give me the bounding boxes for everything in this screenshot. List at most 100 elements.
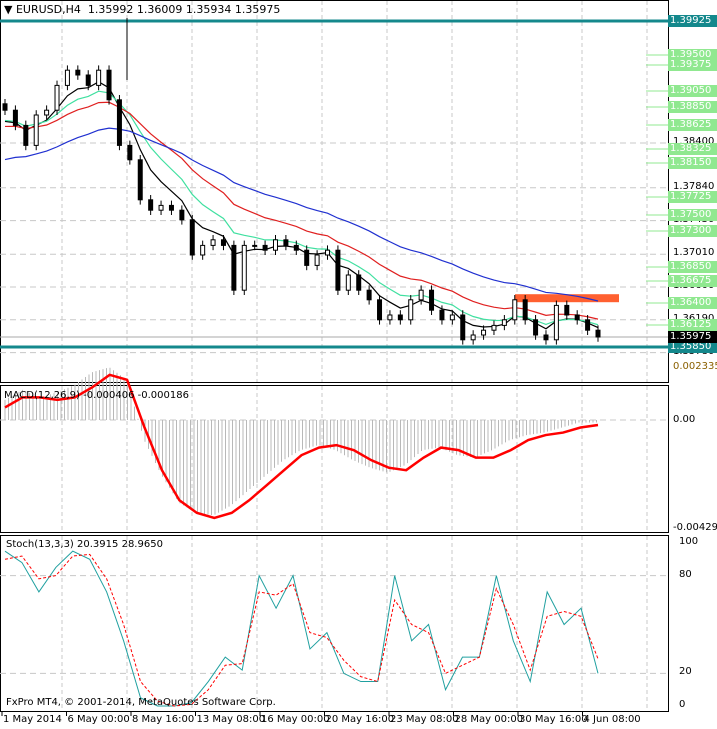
candle-body xyxy=(220,239,226,246)
macd-signal-value: -0.000186 xyxy=(137,390,189,401)
x-tick-label: 28 May 00:00 xyxy=(454,714,524,725)
candle-body xyxy=(366,289,372,301)
candle-body xyxy=(408,299,414,321)
candle-body xyxy=(325,249,331,256)
candle-body xyxy=(262,244,268,251)
level-price-label: 1.36850 xyxy=(668,261,717,273)
chart-header: ▼ EURUSD,H4 1.35992 1.36009 1.35934 1.35… xyxy=(4,3,280,16)
candle-body xyxy=(460,314,466,341)
x-tick-label: 6 May 00:00 xyxy=(67,714,130,725)
x-tick-label: 23 May 08:00 xyxy=(390,714,459,725)
candle-body xyxy=(418,289,424,301)
symbol-label: EURUSD,H4 xyxy=(15,3,81,16)
candle-body xyxy=(397,314,403,321)
candle-body xyxy=(356,274,362,291)
candle-body xyxy=(106,69,112,101)
candle-body xyxy=(377,299,383,321)
candle-body xyxy=(23,124,29,146)
level-price-label: 1.38325 xyxy=(668,143,717,155)
candle-body xyxy=(137,159,143,201)
candle-body xyxy=(564,304,570,316)
candle-body xyxy=(595,329,601,338)
x-tick-label: 13 May 08:00 xyxy=(196,714,266,725)
candle-body xyxy=(158,204,164,211)
stoch-scale-label: 20 xyxy=(679,666,692,678)
stoch-panel-border xyxy=(0,535,669,712)
bid-price-label: 1.35975 xyxy=(668,331,717,343)
candle-body xyxy=(293,244,299,251)
x-tick-label: 8 May 16:00 xyxy=(132,714,195,725)
x-tick-label: 1 May 2014 xyxy=(3,714,62,725)
level-price-label: 1.37725 xyxy=(668,191,717,203)
candle-body xyxy=(116,99,122,146)
candle-body xyxy=(54,84,60,111)
x-tick-label: 16 May 00:00 xyxy=(261,714,330,725)
level-price-label: 1.38150 xyxy=(668,157,717,169)
candle-body xyxy=(585,319,591,331)
candle-body xyxy=(96,69,102,86)
candle-body xyxy=(439,309,445,321)
candle-body xyxy=(168,204,174,211)
chart-canvas[interactable] xyxy=(0,0,717,729)
stoch-name: Stoch(13,3,3) xyxy=(6,539,74,550)
candle-body xyxy=(189,219,195,256)
macd-scale-label: 0.002335 xyxy=(673,361,717,372)
level-price-label: 1.39050 xyxy=(668,85,717,97)
candle-body xyxy=(314,254,320,266)
candle-body xyxy=(304,249,310,266)
candle-body xyxy=(272,239,278,251)
candle-body xyxy=(127,144,133,161)
candle-body xyxy=(179,209,185,221)
stoch-signal-value: 28.9650 xyxy=(121,539,163,550)
macd-main-value: -0.000406 xyxy=(83,390,135,401)
main-panel-border xyxy=(0,0,669,383)
stoch-scale-label: 0 xyxy=(679,699,686,710)
macd-panel-border xyxy=(0,385,669,533)
open-price: 1.35992 xyxy=(87,3,134,16)
candle-body xyxy=(12,109,18,126)
candle-body xyxy=(470,334,476,341)
candle-body xyxy=(241,244,247,291)
candle-body xyxy=(491,324,497,331)
price-scale-label: 1.37010 xyxy=(673,247,715,259)
x-tick-label: 4 Jun 08:00 xyxy=(583,714,641,725)
candle-body xyxy=(210,239,216,246)
candle-body xyxy=(481,329,487,336)
level-price-label: 1.38850 xyxy=(668,101,717,113)
macd-header: MACD(12,26,9) -0.000406 -0.000186 xyxy=(4,390,189,401)
candle-body xyxy=(501,319,507,326)
candle-body xyxy=(44,109,50,116)
metatrader-chart-window: ▼ EURUSD,H4 1.35992 1.36009 1.35934 1.35… xyxy=(0,0,717,729)
candle-body xyxy=(2,103,8,111)
macd-scale-label: 0.00 xyxy=(673,414,696,425)
collapse-arrow-icon[interactable]: ▼ xyxy=(4,3,12,16)
close-price: 1.35975 xyxy=(234,3,281,16)
high-price: 1.36009 xyxy=(136,3,183,16)
candle-body xyxy=(148,199,154,211)
candle-body xyxy=(33,114,39,146)
stoch-main-line xyxy=(4,550,599,707)
stoch-main-value: 20.3915 xyxy=(77,539,119,550)
candle-body xyxy=(345,274,351,291)
candle-body xyxy=(449,314,455,321)
level-price-label: 1.36675 xyxy=(668,275,717,287)
low-price: 1.35934 xyxy=(185,3,232,16)
x-tick-label: 20 May 16:00 xyxy=(325,714,395,725)
candle-body xyxy=(429,289,435,311)
stoch-scale-label: 100 xyxy=(679,536,699,547)
candle-body xyxy=(335,249,341,291)
candle-body xyxy=(574,314,580,321)
level-price-label: 1.36400 xyxy=(668,297,717,309)
ma-long-line xyxy=(4,127,599,302)
candle-body xyxy=(85,74,91,86)
candle-body xyxy=(522,299,528,321)
teal-price-label: 1.39925 xyxy=(668,15,717,27)
candle-body xyxy=(553,304,559,341)
level-price-label: 1.37500 xyxy=(668,209,717,221)
level-price-label: 1.39375 xyxy=(668,59,717,71)
candle-body xyxy=(75,69,81,76)
candle-body xyxy=(200,244,206,256)
stoch-header: Stoch(13,3,3) 20.3915 28.9650 xyxy=(6,539,163,550)
candle-body xyxy=(283,239,289,246)
level-price-label: 1.36125 xyxy=(668,319,717,331)
